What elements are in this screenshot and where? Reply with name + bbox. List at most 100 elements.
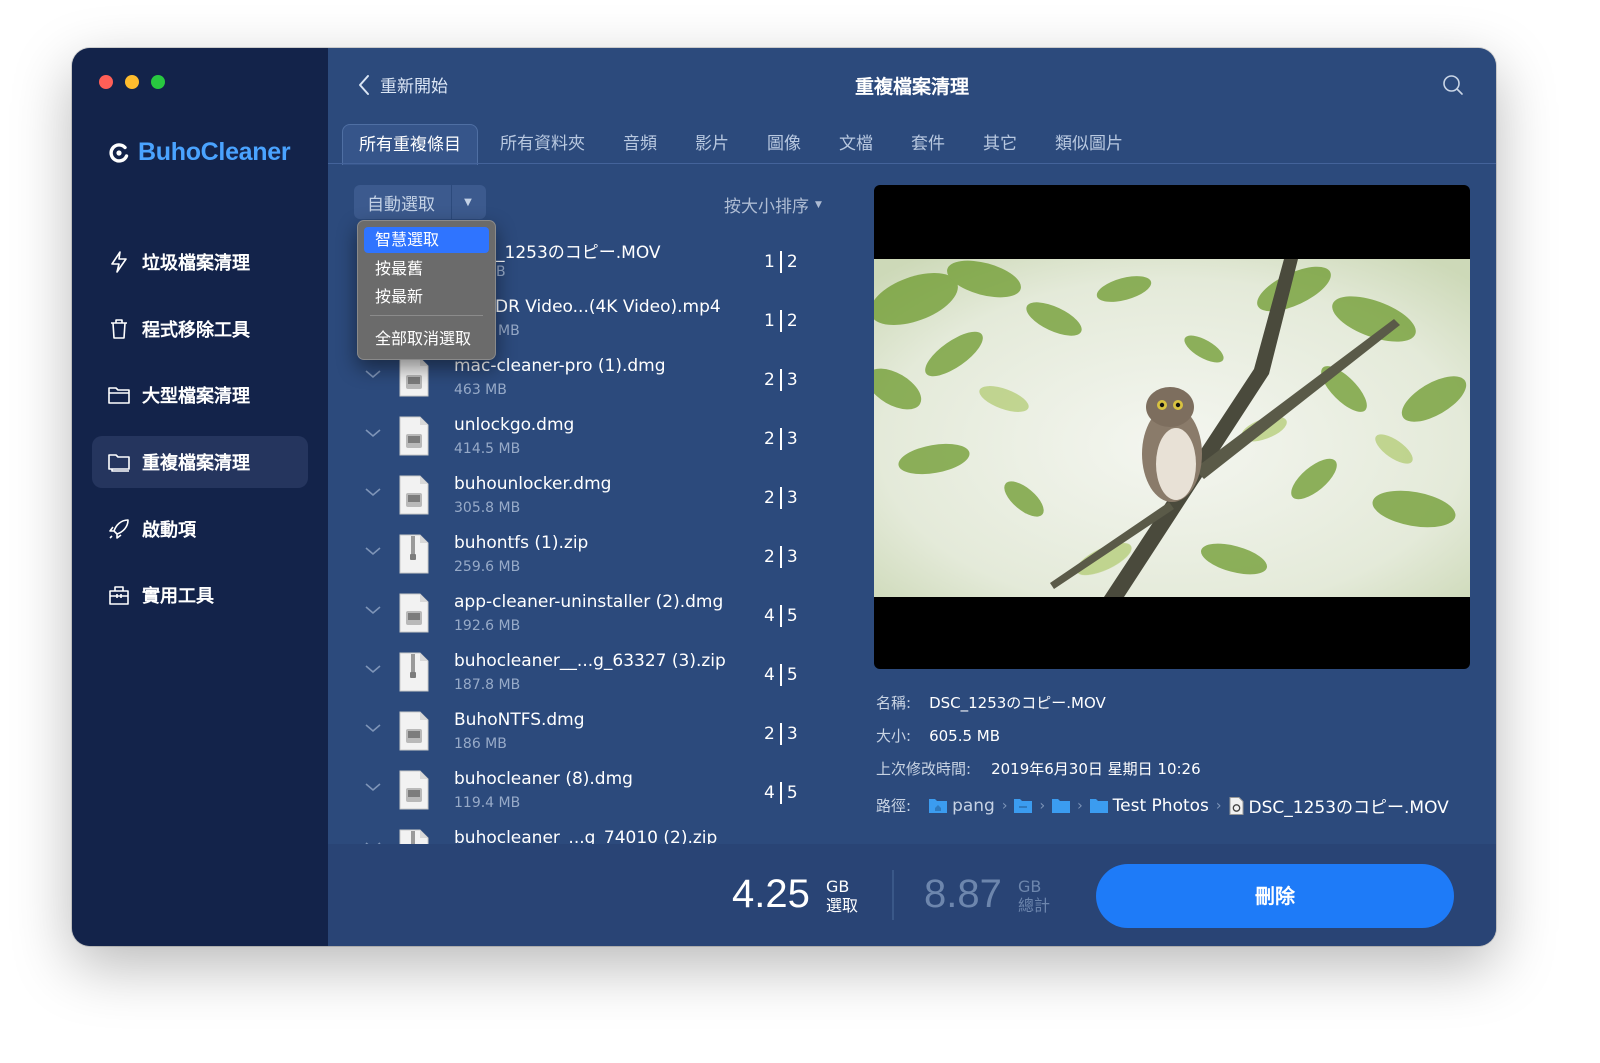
folder-icon (108, 384, 130, 406)
path-segment[interactable]: pang (929, 796, 995, 816)
path-segment[interactable] (1052, 798, 1071, 813)
list-item[interactable]: buhounlocker.dmg 305.8 MB 23 (354, 472, 834, 531)
detail-key: 上次修改時間: (876, 760, 972, 778)
menu-item-smart-select[interactable]: 智慧選取 (364, 227, 489, 253)
tab-all-duplicates[interactable]: 所有重複條目 (342, 124, 478, 165)
file-name: _1253のコピー.MOV (496, 243, 661, 263)
detail-value: 605.5 MB (929, 726, 1001, 745)
dropdown-arrow-icon[interactable]: ▼ (452, 197, 484, 208)
auto-select-menu: 智慧選取 按最舊 按最新 全部取消選取 (357, 220, 496, 360)
file-name: DR Video...(4K Video).mp4 (495, 297, 721, 317)
detail-value: DSC_1253のコピー.MOV (929, 694, 1106, 712)
selection-count: 12 (764, 310, 798, 332)
zip-file-icon (399, 534, 429, 574)
tab-images[interactable]: 圖像 (751, 124, 817, 164)
chevron-down-icon[interactable] (364, 722, 382, 734)
menu-separator (370, 315, 483, 316)
file-size: 259.6 MB (454, 559, 521, 575)
sidebar-item-duplicates[interactable]: 重複檔案清理 (92, 436, 308, 489)
sidebar-item-uninstaller[interactable]: 程式移除工具 (92, 303, 308, 355)
detail-value: 2019年6月30日 星期日 10:26 (991, 760, 1201, 778)
file-name: app-cleaner-uninstaller (2).dmg (454, 592, 724, 612)
file-name: buhocleaner_...g_74010 (2).zip (454, 828, 718, 844)
owl-photo-preview (874, 259, 1470, 597)
selected-size-value: 4.25 (732, 872, 810, 916)
auto-select-button[interactable]: 自動選取 (354, 190, 451, 215)
home-folder-icon (929, 799, 948, 813)
tab-similar-images[interactable]: 類似圖片 (1039, 124, 1139, 164)
chevron-down-icon[interactable] (364, 781, 382, 793)
menu-item-newest[interactable]: 按最新 (364, 284, 489, 310)
chevron-down-icon[interactable] (364, 427, 382, 439)
sidebar-item-label: 重複檔案清理 (142, 453, 250, 475)
auto-select-split-button: 自動選取 ▼ (354, 185, 486, 219)
divider (892, 870, 894, 920)
tab-audio[interactable]: 音頻 (607, 124, 673, 164)
selection-count: 23 (764, 487, 798, 509)
tab-packages[interactable]: 套件 (895, 124, 961, 164)
sort-by-size-button[interactable]: 按大小排序 ▼ (724, 192, 822, 217)
menu-item-oldest[interactable]: 按最舊 (364, 256, 489, 282)
zoom-window-button[interactable] (151, 75, 165, 89)
selection-count: 45 (764, 782, 798, 804)
file-name: buhounlocker.dmg (454, 474, 612, 494)
tab-video[interactable]: 影片 (679, 124, 745, 164)
tab-documents[interactable]: 文檔 (823, 124, 889, 164)
list-item[interactable]: app-cleaner-uninstaller (2).dmg 192.6 MB… (354, 590, 834, 649)
file-size: 414.5 MB (454, 441, 521, 457)
path-segment-label: DSC_1253のコピー.MOV (1248, 798, 1449, 818)
path-chevron-icon: › (1077, 797, 1083, 814)
minimize-window-button[interactable] (125, 75, 139, 89)
file-preview (874, 185, 1470, 669)
file-size: 186 MB (454, 736, 507, 752)
search-button[interactable] (1442, 74, 1464, 100)
sidebar-item-startup[interactable]: 啟動項 (92, 503, 308, 555)
chevron-down-icon[interactable] (364, 545, 382, 557)
toolbox-icon (108, 584, 130, 606)
tab-divider (328, 163, 1496, 164)
selection-count: 23 (764, 723, 798, 745)
list-item[interactable]: buhocleaner_...g_74010 (2).zip (354, 826, 834, 844)
search-icon (1443, 75, 1463, 95)
selected-size-unit: GB 選取 (826, 877, 859, 915)
detail-size-row: 大小: 605.5 MB (876, 725, 1000, 746)
sidebar-item-junk[interactable]: 垃圾檔案清理 (92, 236, 308, 288)
list-item[interactable]: buhocleaner__...g_63327 (3).zip 187.8 MB… (354, 649, 834, 708)
sidebar-item-toolkit[interactable]: 實用工具 (92, 569, 308, 621)
list-item[interactable]: BuhoNTFS.dmg 186 MB 23 (354, 708, 834, 767)
path-segment[interactable]: Test Photos (1089, 796, 1209, 816)
sidebar-nav: 垃圾檔案清理 程式移除工具 大型檔案清理 重複檔案清理 啟動項 實用工具 (92, 236, 308, 636)
chevron-down-icon[interactable] (364, 604, 382, 616)
detail-modified-row: 上次修改時間: 2019年6月30日 星期日 10:26 (876, 758, 1201, 779)
sidebar: BuhoCleaner 垃圾檔案清理 程式移除工具 大型檔案清理 重複檔案清理 … (72, 48, 328, 946)
list-item[interactable]: buhontfs (1).zip 259.6 MB 23 (354, 531, 834, 590)
menu-item-deselect-all[interactable]: 全部取消選取 (364, 326, 489, 352)
detail-name-row: 名稱: DSC_1253のコピー.MOV (876, 692, 1106, 713)
path-chevron-icon: › (1039, 797, 1046, 814)
detail-key: 路徑: (876, 797, 912, 815)
chevron-down-icon[interactable] (364, 368, 382, 380)
path-segment[interactable] (1014, 798, 1033, 813)
selection-count: 23 (764, 369, 798, 391)
chevron-down-icon[interactable] (364, 663, 382, 675)
close-window-button[interactable] (99, 75, 113, 89)
duplicate-folder-icon (108, 451, 130, 473)
page-title: 重複檔案清理 (854, 76, 969, 98)
sidebar-item-large-files[interactable]: 大型檔案清理 (92, 369, 308, 421)
chevron-down-icon[interactable] (364, 486, 382, 498)
tab-all-folders[interactable]: 所有資料夾 (484, 124, 601, 164)
file-name: buhontfs (1).zip (454, 533, 589, 553)
selection-count: 23 (764, 428, 798, 450)
tab-others[interactable]: 其它 (967, 124, 1033, 164)
path-segment[interactable]: DSC_1253のコピー.MOV (1229, 793, 1449, 818)
total-size-unit: GB 總計 (1018, 877, 1051, 915)
app-name: BuhoCleaner (138, 138, 291, 166)
delete-button[interactable]: 刪除 (1096, 864, 1454, 928)
zip-file-icon (399, 652, 429, 692)
summary-bar: 4.25 GB 選取 8.87 GB 總計 刪除 (328, 844, 1496, 946)
sort-arrow-icon: ▼ (815, 199, 822, 210)
list-item[interactable]: unlockgo.dmg 414.5 MB 23 (354, 413, 834, 472)
list-item[interactable]: buhocleaner (8).dmg 119.4 MB 45 (354, 767, 834, 826)
list-item[interactable]: mac-cleaner-pro (1).dmg 463 MB 23 (354, 354, 834, 413)
folder-icon (1052, 799, 1071, 813)
